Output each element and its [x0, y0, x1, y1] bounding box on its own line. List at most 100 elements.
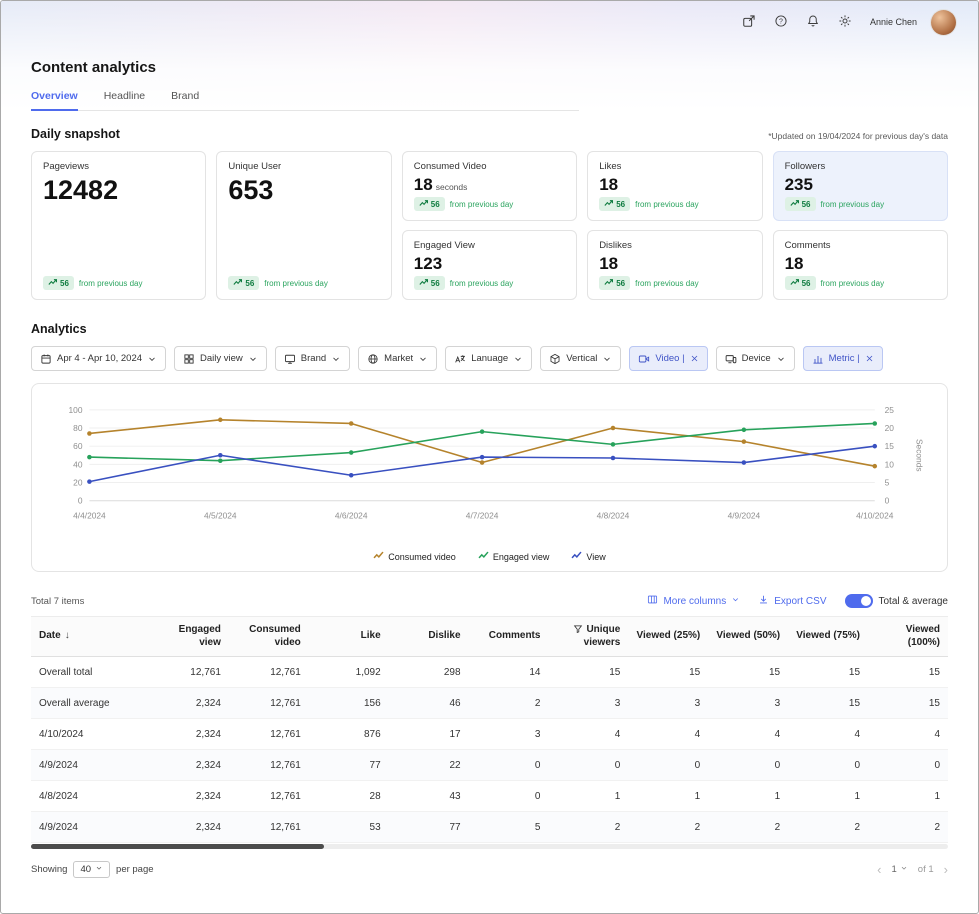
settings-button[interactable]	[836, 12, 854, 33]
card-label: Followers	[785, 161, 936, 172]
delta-badge: 56	[414, 197, 445, 211]
delta-badge: 56	[785, 197, 816, 211]
toggle-knob	[861, 596, 871, 606]
filter-daily-view[interactable]: Daily view	[174, 346, 267, 371]
filter-market[interactable]: Market	[358, 346, 437, 371]
close-icon[interactable]	[690, 354, 699, 363]
cell-value: 4	[868, 719, 948, 750]
close-icon[interactable]	[865, 354, 874, 363]
chevron-down-icon	[95, 864, 103, 875]
cell-value: 4	[788, 719, 868, 750]
avatar[interactable]	[931, 10, 956, 35]
table-row[interactable]: Overall average2,32412,7611564623331515	[31, 688, 948, 719]
col-header-label: Viewed (25%)	[637, 630, 701, 641]
col-header-label: Viewed (75%)	[796, 630, 860, 641]
export-csv-button[interactable]: Export CSV	[758, 594, 826, 608]
chart-legend: Consumed video Engaged view View	[40, 550, 939, 563]
share-button[interactable]	[740, 12, 758, 33]
snapshot-card-engaged-view: Engaged View12356from previous day	[402, 230, 577, 300]
legend-item-consumed-video[interactable]: Consumed video	[373, 550, 456, 563]
cell-value: 43	[389, 781, 469, 812]
col-header-viewed-100[interactable]: Viewed (100%)	[868, 617, 948, 657]
trend-up-icon	[790, 199, 799, 210]
per-page-select[interactable]: 40	[73, 861, 110, 878]
legend-item-view[interactable]: View	[571, 550, 605, 563]
cell-value: 3	[469, 719, 549, 750]
filter-lanuage[interactable]: Lanuage	[445, 346, 532, 371]
cell-value: 15	[788, 657, 868, 688]
cell-value: 1	[628, 781, 708, 812]
table-row[interactable]: 4/8/20242,32412,7612843011111	[31, 781, 948, 812]
col-header-unique-viewers[interactable]: Unique viewers	[548, 617, 628, 657]
chevron-down-icon[interactable]	[147, 354, 157, 364]
col-header-label: Viewed (50%)	[716, 630, 780, 641]
filter-video[interactable]: Video |	[629, 346, 707, 371]
tab-headline[interactable]: Headline	[104, 90, 145, 110]
col-header-consumed-video[interactable]: Consumed video	[229, 617, 309, 657]
bell-icon	[806, 14, 820, 31]
chevron-down-icon[interactable]	[418, 354, 428, 364]
scrollbar-thumb[interactable]	[31, 844, 324, 849]
legend-item-engaged-view[interactable]: Engaged view	[478, 550, 550, 563]
cell-value: 12,761	[229, 750, 309, 781]
col-header-engaged-view[interactable]: Engaged view	[149, 617, 229, 657]
cell-value: 15	[628, 657, 708, 688]
cell-value: 0	[788, 750, 868, 781]
card-label: Unique User	[228, 161, 379, 172]
col-header-viewed-25[interactable]: Viewed (25%)	[628, 617, 708, 657]
page-tabs: Overview Headline Brand	[31, 90, 579, 111]
cell-value: 15	[548, 657, 628, 688]
col-header-like[interactable]: Like	[309, 617, 389, 657]
filter-vertical[interactable]: Vertical	[540, 346, 621, 371]
card-unit: seconds	[436, 182, 468, 192]
horizontal-scrollbar[interactable]	[31, 844, 948, 849]
col-header-comments[interactable]: Comments	[469, 617, 549, 657]
col-header-date[interactable]: Date↓	[31, 617, 149, 657]
delta-row: 56from previous day	[785, 197, 936, 211]
cell-value: 298	[389, 657, 469, 688]
tab-overview[interactable]: Overview	[31, 90, 78, 111]
page-number-select[interactable]: 1	[892, 864, 908, 875]
delta-badge: 56	[599, 197, 630, 211]
table-row[interactable]: 4/9/20242,32412,7615377522222	[31, 812, 948, 843]
table-row[interactable]: 4/9/20242,32412,7617722000000	[31, 750, 948, 781]
chevron-down-icon[interactable]	[513, 354, 523, 364]
more-columns-button[interactable]: More columns	[647, 594, 740, 608]
col-header-viewed-50[interactable]: Viewed (50%)	[708, 617, 788, 657]
col-header-label: Viewed (100%)	[906, 624, 940, 648]
table-row[interactable]: 4/10/20242,32412,76187617344444	[31, 719, 948, 750]
filter-apr-4-apr-10-2024[interactable]: Apr 4 - Apr 10, 2024	[31, 346, 166, 371]
filter-label: Daily view	[200, 353, 243, 364]
card-value: 235	[785, 175, 936, 195]
next-page-button[interactable]: ›	[944, 862, 948, 877]
tab-brand[interactable]: Brand	[171, 90, 199, 110]
table-row[interactable]: Overall total12,76112,7611,0922981415151…	[31, 657, 948, 688]
row-label: 4/10/2024	[31, 719, 149, 750]
col-header-dislike[interactable]: Dislike	[389, 617, 469, 657]
notifications-button[interactable]	[804, 12, 822, 33]
trend-up-icon	[604, 278, 613, 289]
cell-value: 0	[469, 781, 549, 812]
toggle-switch[interactable]	[845, 594, 873, 608]
chevron-down-icon[interactable]	[602, 354, 612, 364]
filter-brand[interactable]: Brand	[275, 346, 350, 371]
trend-up-icon	[233, 278, 242, 289]
sort-desc-icon[interactable]: ↓	[65, 630, 70, 641]
delta-badge: 56	[599, 276, 630, 290]
total-average-toggle[interactable]: Total & average	[845, 594, 949, 608]
filter-label: Market	[384, 353, 413, 364]
delta-row: 56from previous day	[599, 197, 750, 211]
filter-metric[interactable]: Metric |	[803, 346, 883, 371]
prev-page-button[interactable]: ‹	[877, 862, 881, 877]
card-label: Pageviews	[43, 161, 194, 172]
col-header-viewed-75[interactable]: Viewed (75%)	[788, 617, 868, 657]
filter-device[interactable]: Device	[716, 346, 795, 371]
chevron-down-icon[interactable]	[776, 354, 786, 364]
help-button[interactable]: ?	[772, 12, 790, 33]
chevron-down-icon[interactable]	[248, 354, 258, 364]
snapshot-card-followers: Followers 235 56from previous day	[773, 151, 948, 221]
svg-text:80: 80	[73, 423, 83, 433]
delta-row: 56from previous day	[599, 276, 750, 290]
card-label: Likes	[599, 161, 750, 172]
chevron-down-icon[interactable]	[331, 354, 341, 364]
